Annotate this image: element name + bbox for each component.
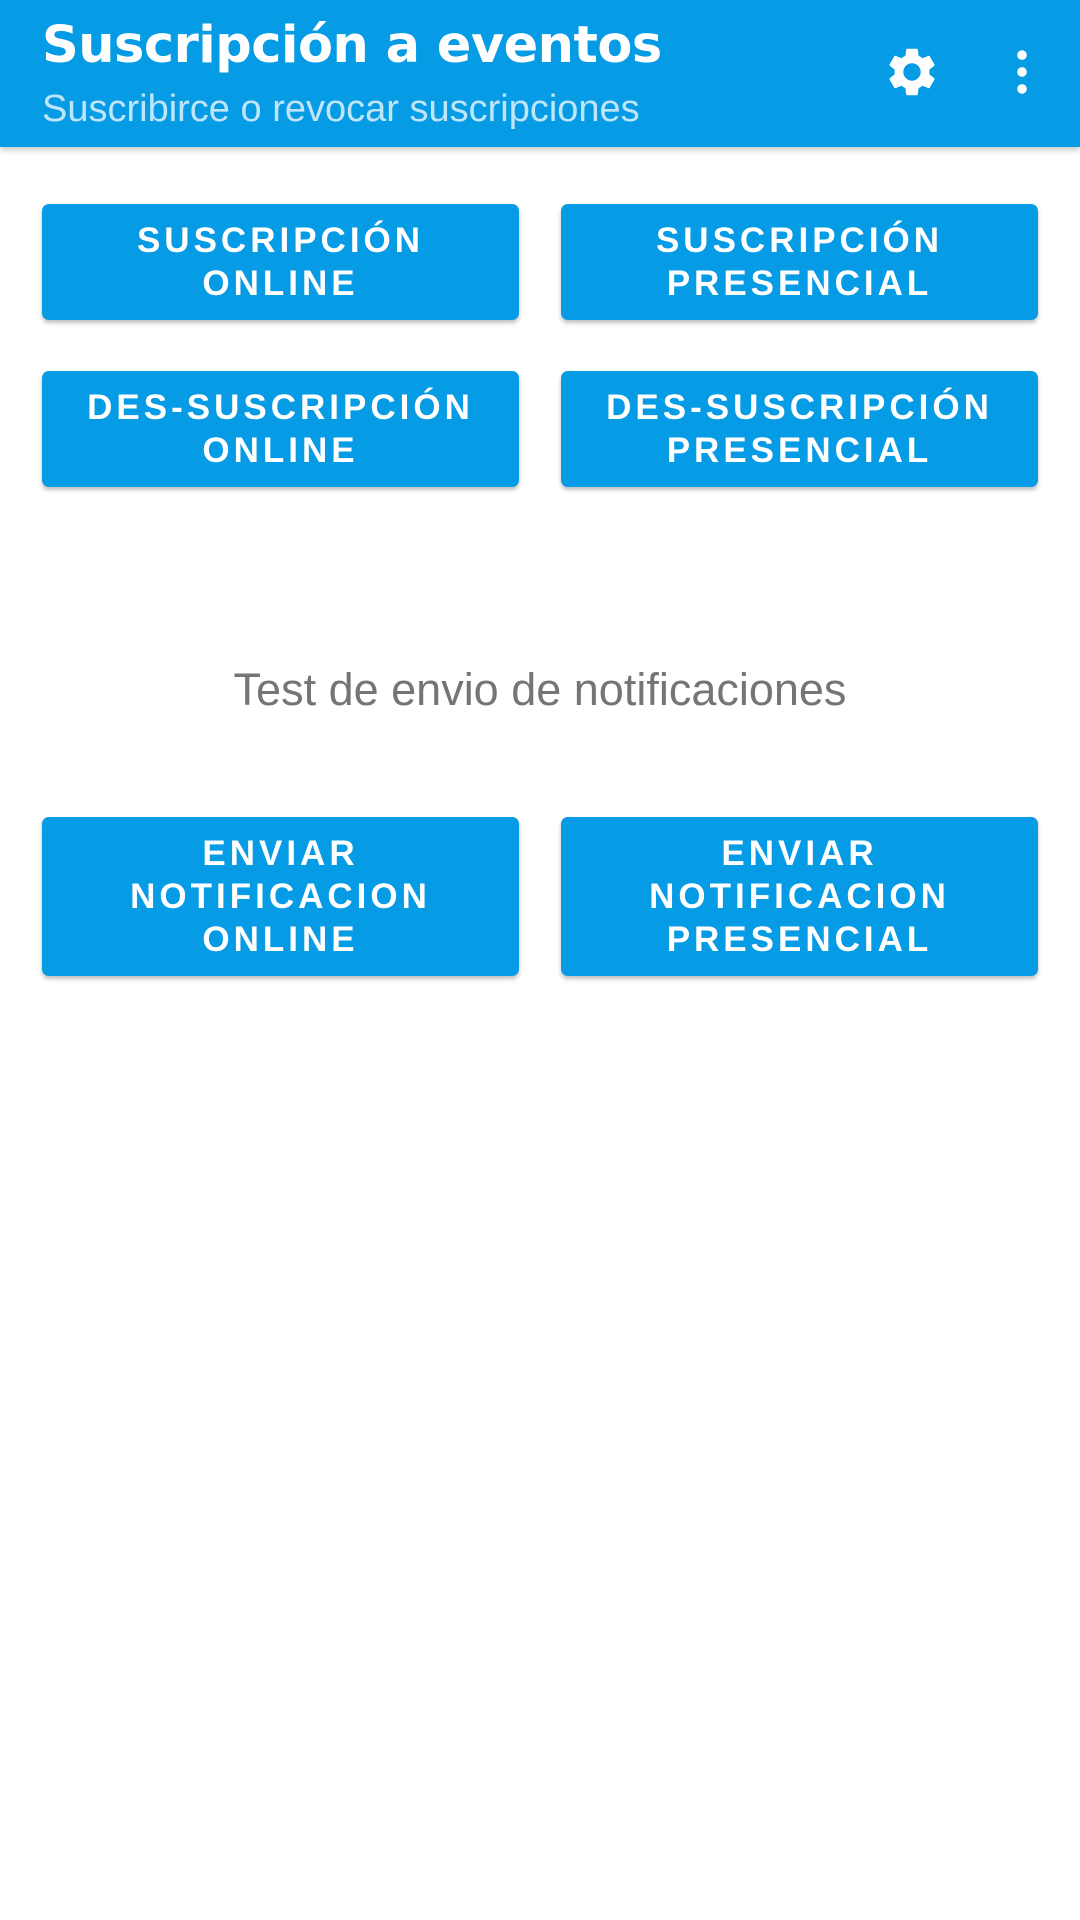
- unsubscribe-online-button[interactable]: DES-SUSCRIPCIÓN ONLINE: [42, 371, 519, 487]
- send-notification-presencial-button[interactable]: ENVIAR NOTIFICACION PRESENCIAL: [561, 817, 1038, 976]
- notification-test-label: Test de envio de notificaciones: [233, 664, 847, 715]
- send-notification-online-button[interactable]: ENVIAR NOTIFICACION ONLINE: [42, 817, 519, 976]
- app-bar-subtitle: Suscribirce o revocar suscripciones: [42, 88, 640, 130]
- more-options-button[interactable]: [986, 36, 1058, 108]
- app-bar-title: Suscripción a eventos: [42, 16, 662, 75]
- subscribe-online-button[interactable]: SUSCRIPCIÓN ONLINE: [42, 204, 519, 320]
- gear-icon: [889, 48, 935, 96]
- app-bar: Suscripción a eventos Suscribirce o revo…: [0, 0, 1080, 147]
- more-vert-icon: [1017, 50, 1027, 94]
- settings-button[interactable]: [876, 36, 948, 108]
- subscribe-presencial-button[interactable]: SUSCRIPCIÓN PRESENCIAL: [561, 204, 1038, 320]
- unsubscribe-presencial-button[interactable]: DES-SUSCRIPCIÓN PRESENCIAL: [561, 371, 1038, 487]
